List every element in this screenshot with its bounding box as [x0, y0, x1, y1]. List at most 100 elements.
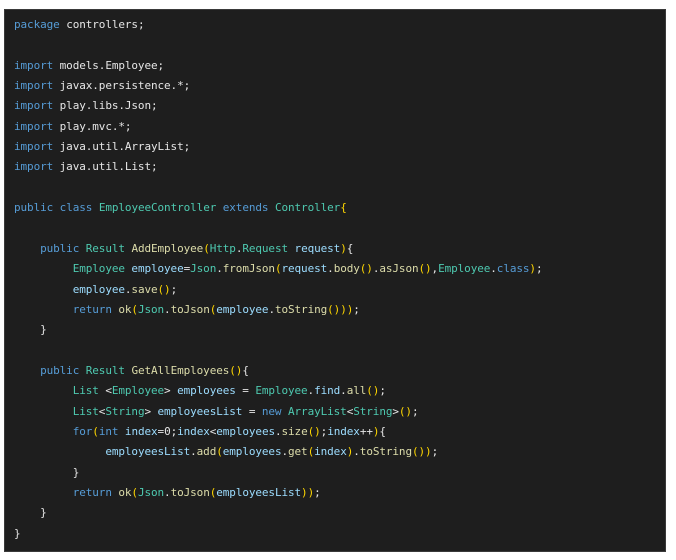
code-token: request	[281, 262, 328, 276]
code-line: List<String> employeesList = new ArrayLi…	[14, 404, 419, 419]
code-token: =	[235, 384, 256, 398]
code-token: GetAllEmployees	[131, 363, 230, 377]
code-token: Json	[190, 262, 217, 276]
code-token: ;	[170, 282, 178, 296]
code-token: employeesList	[157, 404, 243, 418]
code-token: {	[346, 241, 354, 255]
code-token: import	[14, 119, 54, 133]
code-token: }	[14, 526, 21, 540]
code-token: ;	[411, 404, 419, 418]
code-token: all	[346, 384, 367, 398]
code-line: import play.mvc.*;	[14, 119, 132, 134]
code-token: Employee	[438, 262, 491, 276]
code-token: ()	[366, 384, 380, 398]
code-token: {	[242, 363, 249, 377]
code-token: import	[14, 58, 54, 72]
code-token: <	[98, 384, 112, 398]
code-token: models.Employee;	[53, 58, 165, 72]
code-editor-frame: package controllers; import models.Employ…	[4, 9, 666, 552]
code-token: ;	[314, 486, 321, 500]
code-token: controllers;	[59, 18, 145, 31]
code-token: ))	[301, 486, 315, 500]
code-token: import	[14, 99, 54, 113]
code-token: index	[314, 445, 347, 459]
code-token: employees	[216, 425, 275, 438]
code-token: ;	[379, 384, 386, 398]
code-token: =0;	[157, 425, 178, 438]
code-line: import models.Employee;	[14, 59, 164, 73]
code-token: String	[105, 404, 145, 418]
code-token: }	[14, 465, 80, 479]
code-token: ArrayList	[288, 404, 347, 418]
code-token: new	[261, 404, 282, 418]
code-line: return ok(Json.toJson(employeesList));	[14, 486, 321, 500]
code-token: ok	[118, 302, 132, 316]
code-token: save	[131, 282, 158, 296]
code-token: ()))	[327, 302, 354, 316]
code-line: import javax.persistence.*;	[14, 79, 190, 93]
code-token: index	[177, 425, 210, 438]
code-token: Request	[242, 241, 289, 255]
code-token: employees	[177, 384, 236, 398]
code-token: Json	[137, 302, 165, 316]
code-token: {	[379, 425, 386, 438]
code-token: }	[14, 323, 47, 337]
code-token: employeesList	[216, 486, 302, 500]
code-token: add	[196, 445, 217, 459]
code-token: toString	[359, 445, 412, 459]
code-block[interactable]: package controllers; import models.Employ…	[5, 10, 665, 551]
code-line: for(int index=0;index<employees.size();i…	[14, 425, 386, 439]
code-line: public Result GetAllEmployees(){	[14, 364, 249, 378]
code-token: import	[14, 79, 54, 93]
code-line: import java.util.ArrayList;	[14, 140, 190, 154]
code-token: ())	[411, 445, 432, 459]
code-token: Controller	[274, 201, 341, 215]
code-line: package controllers;	[14, 18, 145, 32]
code-token: ()	[307, 425, 321, 438]
code-token: ++	[359, 425, 373, 438]
code-line: import java.util.List;	[14, 160, 158, 174]
code-token: index	[124, 425, 158, 438]
code-token: employee	[131, 262, 184, 276]
code-token: return	[72, 486, 112, 500]
code-token: public	[40, 241, 80, 255]
code-line: public Result AddEmployee(Http.Request r…	[14, 242, 353, 256]
code-token: Employee	[255, 384, 308, 398]
code-token: >	[144, 404, 158, 418]
code-token: class	[496, 262, 530, 276]
code-token: return	[72, 302, 112, 316]
code-token: play.libs.Json;	[53, 99, 158, 113]
code-token: play.mvc.*;	[53, 119, 132, 133]
code-token: List	[72, 404, 99, 418]
code-token: int	[98, 425, 119, 438]
code-token: Json	[137, 486, 165, 500]
code-token: >	[164, 384, 178, 398]
code-line: }	[14, 323, 47, 337]
code-token: toJson	[170, 486, 210, 500]
code-token: =	[242, 404, 262, 418]
code-token: get	[288, 445, 308, 459]
code-token: String	[353, 404, 393, 418]
code-line: }	[14, 506, 47, 520]
code-token: ;	[353, 302, 360, 316]
code-line: }	[14, 465, 80, 480]
code-token: {	[340, 201, 347, 215]
code-token: body	[333, 262, 360, 276]
code-token: ;	[535, 262, 543, 276]
code-token: ()	[157, 282, 171, 296]
code-line: employee.save();	[14, 283, 177, 297]
code-token: employeesList	[105, 445, 191, 459]
code-token: package	[14, 18, 60, 31]
code-token: ()	[359, 262, 373, 276]
code-token: ()	[398, 404, 412, 418]
code-token: employees	[222, 445, 282, 459]
code-token: request	[294, 241, 341, 255]
code-token: List	[72, 384, 99, 398]
code-token: javax.persistence.*;	[53, 79, 191, 93]
code-token: Http	[209, 241, 236, 255]
